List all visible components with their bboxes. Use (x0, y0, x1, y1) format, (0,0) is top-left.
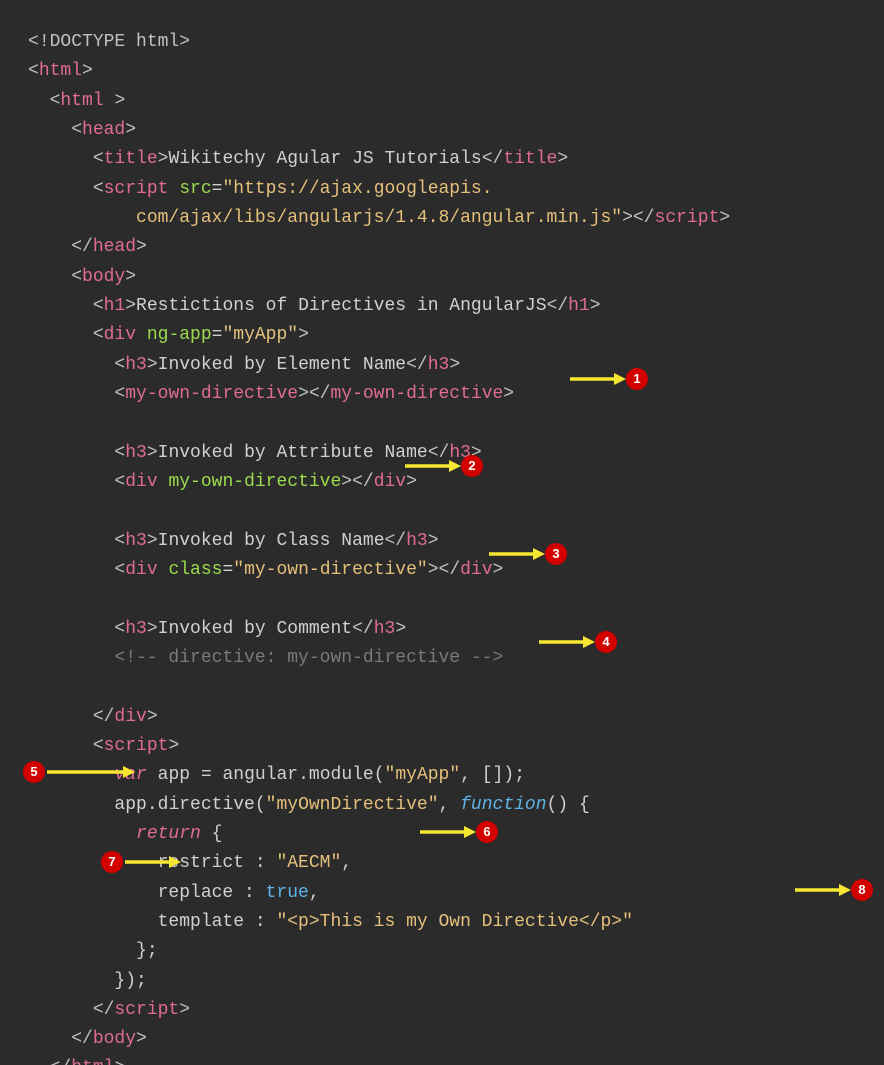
my-own-directive-elem: my-own-directive (125, 384, 298, 404)
title-text: Wikitechy Agular JS Tutorials (168, 149, 481, 169)
h1-text: Restictions of Directives in AngularJS (136, 296, 546, 316)
code-block: <!DOCTYPE html> <html> <html > <head> <t… (28, 28, 884, 1065)
html-open: html (39, 61, 82, 81)
code-screenshot: <!DOCTYPE html> <html> <html > <head> <t… (0, 0, 884, 1065)
comment-directive: <!-- directive: my-own-directive --> (114, 648, 503, 668)
doctype: !DOCTYPE html (39, 32, 179, 52)
